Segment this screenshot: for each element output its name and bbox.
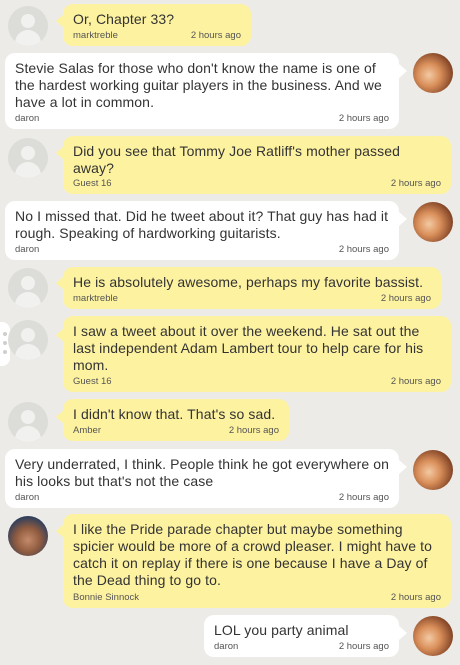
message-author[interactable]: Bonnie Sinnock	[73, 592, 139, 603]
avatar	[8, 402, 48, 442]
avatar	[8, 138, 48, 178]
message-author[interactable]: daron	[15, 113, 39, 124]
avatar	[8, 6, 48, 46]
chat-message: Or, Chapter 33? marktreble 2 hours ago	[63, 4, 251, 46]
chat-message: I like the Pride parade chapter but mayb…	[63, 514, 451, 608]
message-timestamp: 2 hours ago	[190, 30, 241, 41]
chat-message: I saw a tweet about it over the weekend.…	[63, 316, 451, 392]
avatar	[413, 450, 453, 490]
message-text: Very underrated, I think. People think h…	[15, 456, 390, 489]
message-author[interactable]: Amber	[73, 425, 101, 436]
chat-message: I didn't know that. That's so sad. Amber…	[63, 399, 289, 441]
message-timestamp: 2 hours ago	[338, 113, 389, 124]
avatar	[8, 268, 48, 308]
avatar	[413, 616, 453, 656]
avatar	[8, 516, 48, 556]
message-text: Stevie Salas for those who don't know th…	[15, 60, 382, 110]
bubble-tail	[399, 460, 407, 474]
chat-message: He is absolutely awesome, perhaps my fav…	[63, 267, 441, 309]
message-text: Did you see that Tommy Joe Ratliff's mot…	[73, 143, 400, 176]
chat-message: Very underrated, I think. People think h…	[5, 449, 399, 508]
chat-message: Did you see that Tommy Joe Ratliff's mot…	[63, 136, 451, 194]
bubble-tail	[399, 64, 407, 78]
message-timestamp: 2 hours ago	[390, 592, 441, 603]
message-text: I saw a tweet about it over the weekend.…	[73, 323, 424, 373]
message-author[interactable]: marktreble	[73, 293, 118, 304]
message-timestamp: 2 hours ago	[380, 293, 431, 304]
message-timestamp: 2 hours ago	[390, 178, 441, 189]
message-author[interactable]: marktreble	[73, 30, 118, 41]
avatar	[413, 53, 453, 93]
message-text: I didn't know that. That's so sad.	[73, 406, 276, 422]
message-timestamp: 2 hours ago	[390, 376, 441, 387]
chat-message: LOL you party animal daron 2 hours ago	[204, 615, 399, 657]
message-timestamp: 2 hours ago	[228, 425, 279, 436]
bubble-tail	[399, 626, 407, 640]
message-text: No I missed that. Did he tweet about it?…	[15, 208, 389, 241]
message-author[interactable]: daron	[15, 244, 39, 255]
message-author[interactable]: Guest 16	[73, 178, 112, 189]
message-timestamp: 2 hours ago	[338, 641, 389, 652]
message-text: Or, Chapter 33?	[73, 11, 175, 27]
message-timestamp: 2 hours ago	[338, 492, 389, 503]
message-text: LOL you party animal	[214, 622, 349, 638]
avatar	[8, 320, 48, 360]
bubble-tail	[399, 212, 407, 226]
message-text: He is absolutely awesome, perhaps my fav…	[73, 274, 424, 290]
avatar	[413, 202, 453, 242]
message-timestamp: 2 hours ago	[338, 244, 389, 255]
chat-message: No I missed that. Did he tweet about it?…	[5, 201, 399, 260]
message-author[interactable]: daron	[15, 492, 39, 503]
message-author[interactable]: Guest 16	[73, 376, 112, 387]
message-author[interactable]: daron	[214, 641, 238, 652]
message-text: I like the Pride parade chapter but mayb…	[73, 521, 432, 588]
chat-message: Stevie Salas for those who don't know th…	[5, 53, 399, 129]
